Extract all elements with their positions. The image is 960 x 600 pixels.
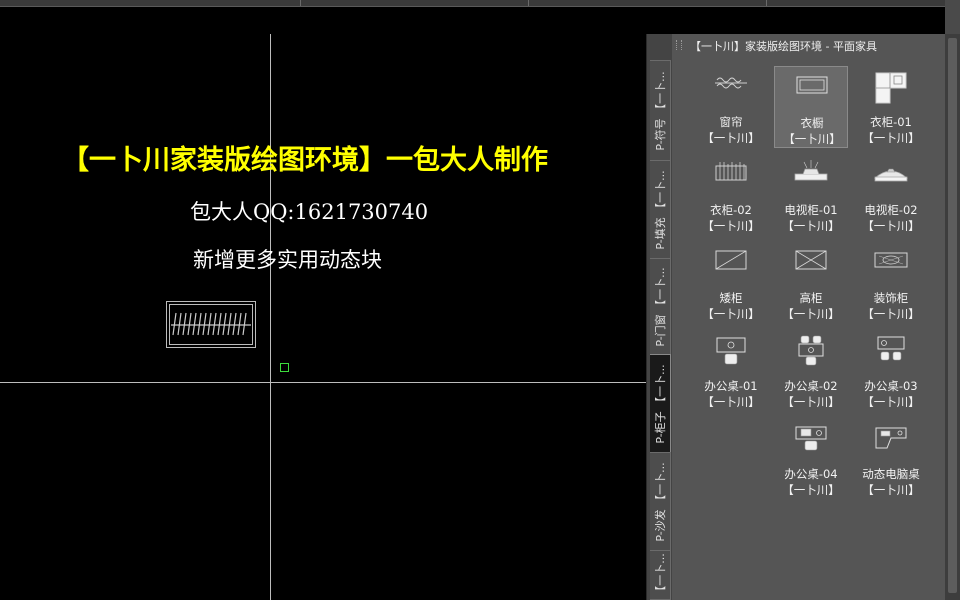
wardrobe-icon — [796, 76, 828, 94]
canvas-title-text[interactable]: 【一卜川家装版绘图环境】一包大人制作 — [62, 138, 548, 177]
palette-grip-icon[interactable] — [676, 40, 682, 50]
office-desk-02-icon — [798, 335, 824, 366]
item-name: 动态电脑桌 — [862, 467, 920, 481]
item-tag: 【一卜川】 — [782, 483, 840, 497]
tab-hatch[interactable]: P-填充 【一卜... — [650, 160, 671, 260]
item-name: 电视柜-01 — [784, 203, 838, 217]
palette-item-wardrobe-01[interactable]: 衣柜-01 【一卜川】 — [854, 66, 928, 148]
drawing-canvas[interactable]: 【一卜川家装版绘图环境】一包大人制作 包大人QQ:1621730740 新增更多… — [0, 34, 646, 600]
item-tag: 【一卜川】 — [702, 131, 760, 145]
toolbar-area — [0, 7, 945, 33]
palette-item-decor-cabinet[interactable]: 装饰柜 【一卜川】 — [854, 242, 928, 324]
tv-cabinet-01-icon — [794, 160, 828, 181]
tab-symbols[interactable]: P-符号 【一卜... — [650, 60, 671, 162]
item-tag: 【一卜川】 — [783, 132, 841, 146]
palette-tab-strip: P-符号 【一卜... P-填充 【一卜... P-门窗 【一卜... P-柜子… — [646, 34, 673, 600]
cursor-pickbox — [280, 363, 289, 372]
palette-item-tv-cabinet-02[interactable]: 电视柜-02 【一卜川】 — [854, 154, 928, 236]
item-name: 电视柜-02 — [864, 203, 918, 217]
ribbon-strip — [0, 0, 945, 7]
wardrobe-01-icon — [875, 72, 907, 104]
curtain-block[interactable] — [166, 301, 256, 349]
item-name: 高柜 — [799, 291, 823, 305]
tab-cabinets[interactable]: P-柜子 【一卜... — [650, 354, 671, 454]
canvas-note-text[interactable]: 新增更多实用动态块 — [193, 244, 382, 274]
item-tag: 【一卜川】 — [862, 219, 920, 233]
office-desk-04-icon — [795, 426, 827, 451]
palette-item-office-desk-02[interactable]: 办公桌-02 【一卜川】 — [774, 330, 848, 412]
item-tag: 【一卜川】 — [862, 483, 920, 497]
tab-label: P-符号 【一卜... — [654, 71, 667, 151]
tab-doors-windows[interactable]: P-门窗 【一卜... — [650, 258, 671, 356]
item-name: 办公桌-03 — [864, 379, 918, 393]
item-tag: 【一卜川】 — [702, 219, 760, 233]
computer-desk-icon — [875, 427, 907, 449]
palette-scrollbar[interactable] — [945, 34, 960, 600]
palette-item-office-desk-04[interactable]: 办公桌-04 【一卜川】 — [774, 418, 848, 500]
palette-item-tv-cabinet-01[interactable]: 电视柜-01 【一卜川】 — [774, 154, 848, 236]
item-tag: 【一卜川】 — [782, 307, 840, 321]
item-name: 衣柜-01 — [870, 115, 912, 129]
ribbon-divider — [528, 0, 529, 6]
item-name: 装饰柜 — [873, 291, 909, 305]
canvas-qq-text[interactable]: 包大人QQ:1621730740 — [190, 196, 428, 226]
low-cabinet-icon — [715, 250, 747, 270]
tall-cabinet-icon — [795, 250, 827, 270]
tv-cabinet-02-icon — [873, 168, 909, 182]
palette-item-tall-cabinet[interactable]: 高柜 【一卜川】 — [774, 242, 848, 324]
tab-label: 【一卜... — [654, 553, 667, 597]
window-corner — [945, 0, 960, 34]
ribbon-divider — [766, 0, 767, 6]
curtain-icon — [715, 77, 747, 89]
item-tag: 【一卜川】 — [782, 219, 840, 233]
tool-palette: 【一卜川】家装版绘图环境 - 平面家具 窗帘 【一卜川】 衣橱 【一卜川】 衣柜… — [672, 34, 945, 600]
decor-cabinet-icon — [874, 252, 908, 268]
palette-item-wardrobe[interactable]: 衣橱 【一卜川】 — [774, 66, 848, 148]
tab-sofas[interactable]: P-沙发 【一卜... — [650, 452, 671, 552]
item-name: 衣橱 — [800, 116, 824, 130]
palette-item-computer-desk[interactable]: 动态电脑桌 【一卜川】 — [854, 418, 928, 500]
title-bar — [0, 0, 960, 34]
tab-label: P-沙发 【一卜... — [654, 462, 667, 542]
palette-item-curtain[interactable]: 窗帘 【一卜川】 — [694, 66, 768, 148]
item-name: 矮柜 — [719, 291, 743, 305]
ribbon-divider — [300, 0, 301, 6]
palette-item-office-desk-03[interactable]: 办公桌-03 【一卜川】 — [854, 330, 928, 412]
item-name: 办公桌-01 — [704, 379, 758, 393]
tab-label: P-填充 【一卜... — [654, 170, 667, 250]
office-desk-03-icon — [877, 336, 905, 361]
item-tag: 【一卜川】 — [782, 395, 840, 409]
item-tag: 【一卜川】 — [702, 395, 760, 409]
scrollbar-thumb[interactable] — [948, 38, 957, 593]
item-tag: 【一卜川】 — [862, 307, 920, 321]
office-desk-01-icon — [716, 337, 746, 365]
palette-item-wardrobe-02[interactable]: 衣柜-02 【一卜川】 — [694, 154, 768, 236]
item-tag: 【一卜川】 — [862, 395, 920, 409]
item-name: 窗帘 — [719, 115, 743, 129]
item-name: 办公桌-04 — [784, 467, 838, 481]
tab-label: P-门窗 【一卜... — [654, 267, 667, 347]
tab-label: P-柜子 【一卜... — [654, 364, 667, 444]
item-name: 衣柜-02 — [710, 203, 752, 217]
item-name: 办公桌-02 — [784, 379, 838, 393]
palette-item-office-desk-01[interactable]: 办公桌-01 【一卜川】 — [694, 330, 768, 412]
wardrobe-02-icon — [715, 162, 747, 181]
palette-item-low-cabinet[interactable]: 矮柜 【一卜川】 — [694, 242, 768, 324]
item-tag: 【一卜川】 — [862, 131, 920, 145]
crosshair-vertical — [270, 34, 271, 600]
item-tag: 【一卜川】 — [702, 307, 760, 321]
palette-title: 【一卜川】家装版绘图环境 - 平面家具 — [690, 40, 877, 53]
crosshair-horizontal — [0, 382, 646, 383]
tab-more[interactable]: 【一卜... — [650, 550, 671, 600]
